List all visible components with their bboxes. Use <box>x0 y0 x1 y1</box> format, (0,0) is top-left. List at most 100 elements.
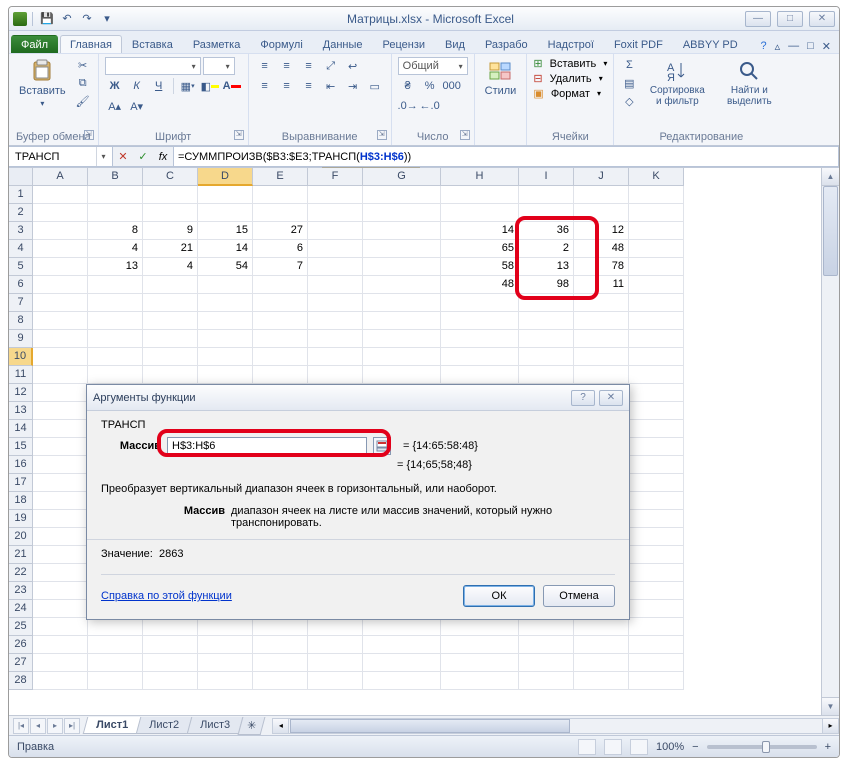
vertical-scrollbar[interactable]: ▲ ▼ <box>821 168 839 715</box>
cell[interactable] <box>629 402 684 420</box>
cell[interactable]: 21 <box>143 240 198 258</box>
cell[interactable] <box>629 240 684 258</box>
cell[interactable] <box>143 654 198 672</box>
align-middle-icon[interactable]: ≡ <box>277 57 297 75</box>
scroll-right-icon[interactable]: ▸ <box>822 719 838 733</box>
cell[interactable] <box>33 222 88 240</box>
row-header[interactable]: 14 <box>9 420 33 438</box>
cell[interactable] <box>519 294 574 312</box>
cells-format-button[interactable]: ▣ Формат ▾ <box>533 87 601 100</box>
cell[interactable]: 2 <box>519 240 574 258</box>
cell[interactable] <box>441 672 519 690</box>
cell[interactable] <box>363 204 441 222</box>
cell[interactable] <box>33 492 88 510</box>
undo-icon[interactable]: ↶ <box>58 11 76 27</box>
scroll-left-icon[interactable]: ◂ <box>273 719 289 733</box>
dialog-close-button[interactable]: ✕ <box>599 390 623 406</box>
cell[interactable] <box>143 330 198 348</box>
decrease-indent-icon[interactable]: ⇤ <box>321 77 341 95</box>
view-page-break-icon[interactable] <box>630 739 648 755</box>
cell[interactable]: 13 <box>519 258 574 276</box>
cell[interactable] <box>33 186 88 204</box>
row-header[interactable]: 10 <box>9 348 33 366</box>
orientation-icon[interactable]: ⤢ <box>321 57 341 75</box>
close-button[interactable]: ✕ <box>809 11 835 27</box>
cell[interactable]: 4 <box>143 258 198 276</box>
cell[interactable] <box>519 672 574 690</box>
cell[interactable]: 9 <box>143 222 198 240</box>
percent-icon[interactable]: % <box>420 77 440 95</box>
collapse-dialog-icon[interactable] <box>373 437 391 455</box>
cell[interactable] <box>88 618 143 636</box>
cell[interactable] <box>629 564 684 582</box>
cell[interactable] <box>441 636 519 654</box>
cell[interactable] <box>253 312 308 330</box>
cell[interactable] <box>33 600 88 618</box>
cell[interactable] <box>198 204 253 222</box>
column-header[interactable]: D <box>198 168 253 186</box>
cell[interactable] <box>574 366 629 384</box>
zoom-slider[interactable] <box>707 745 817 749</box>
bold-button[interactable]: Ж <box>105 77 125 95</box>
cell[interactable] <box>629 222 684 240</box>
cell[interactable] <box>88 204 143 222</box>
cell[interactable] <box>308 240 363 258</box>
row-header[interactable]: 27 <box>9 654 33 672</box>
select-all-corner[interactable] <box>9 168 33 186</box>
zoom-in-icon[interactable]: + <box>825 741 831 753</box>
cell[interactable] <box>519 330 574 348</box>
cell[interactable] <box>253 636 308 654</box>
row-header[interactable]: 7 <box>9 294 33 312</box>
cell[interactable]: 6 <box>253 240 308 258</box>
cells-insert-button[interactable]: ⊞ Вставить ▾ <box>533 57 607 70</box>
cell[interactable] <box>441 366 519 384</box>
cell[interactable] <box>88 330 143 348</box>
cell[interactable] <box>143 366 198 384</box>
cell[interactable] <box>629 348 684 366</box>
cell[interactable] <box>33 384 88 402</box>
cell[interactable]: 12 <box>574 222 629 240</box>
cell[interactable] <box>33 330 88 348</box>
cell[interactable] <box>441 294 519 312</box>
cell[interactable] <box>33 312 88 330</box>
cell[interactable] <box>574 618 629 636</box>
cell[interactable] <box>574 654 629 672</box>
cell[interactable] <box>88 276 143 294</box>
cell[interactable] <box>33 528 88 546</box>
scroll-thumb[interactable] <box>823 186 838 276</box>
row-header[interactable]: 17 <box>9 474 33 492</box>
sheet-nav-first-icon[interactable]: |◂ <box>13 718 29 734</box>
underline-button[interactable]: Ч <box>149 77 169 95</box>
sheet-nav-last-icon[interactable]: ▸| <box>64 718 80 734</box>
arg-input[interactable]: H$3:H$6 <box>167 437 367 455</box>
cell[interactable] <box>308 276 363 294</box>
cell[interactable] <box>519 348 574 366</box>
cell[interactable] <box>363 240 441 258</box>
fill-icon[interactable]: ▤ <box>620 75 638 91</box>
sheet-tab[interactable]: Лист2 <box>136 717 193 734</box>
row-header[interactable]: 4 <box>9 240 33 258</box>
cell[interactable] <box>629 330 684 348</box>
copy-icon[interactable]: ⧉ <box>74 75 92 91</box>
cell[interactable] <box>363 618 441 636</box>
tab-foxit pdf[interactable]: Foxit PDF <box>604 35 673 53</box>
font-color-button[interactable]: A <box>222 77 242 95</box>
column-header[interactable]: K <box>629 168 684 186</box>
doc-close-icon[interactable]: ✕ <box>822 40 831 53</box>
cell[interactable] <box>629 672 684 690</box>
tab-рецензи[interactable]: Рецензи <box>373 35 436 53</box>
cell[interactable] <box>308 366 363 384</box>
clear-icon[interactable]: ◇ <box>620 93 638 109</box>
row-header[interactable]: 19 <box>9 510 33 528</box>
align-right-icon[interactable]: ≡ <box>299 77 319 95</box>
cell[interactable]: 8 <box>88 222 143 240</box>
cell[interactable] <box>441 654 519 672</box>
cell[interactable] <box>441 348 519 366</box>
sheet-nav-prev-icon[interactable]: ◂ <box>30 718 46 734</box>
cell[interactable] <box>441 312 519 330</box>
row-header[interactable]: 11 <box>9 366 33 384</box>
cell[interactable] <box>308 618 363 636</box>
cell[interactable] <box>33 402 88 420</box>
cell[interactable] <box>33 438 88 456</box>
cell[interactable] <box>143 186 198 204</box>
